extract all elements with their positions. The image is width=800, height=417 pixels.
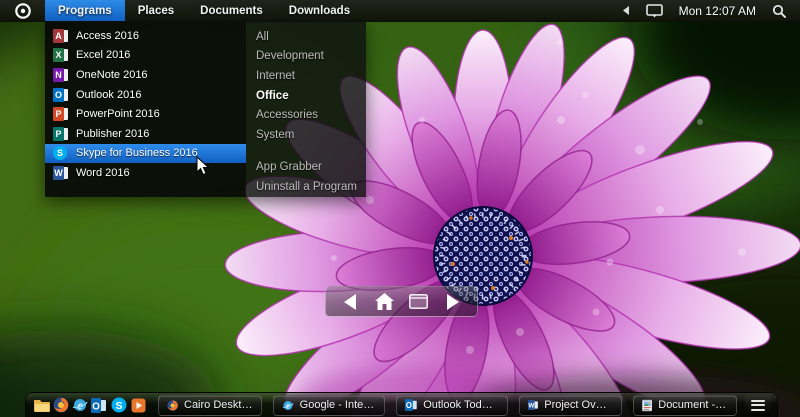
wordpad-icon: [641, 399, 653, 411]
display-icon[interactable]: [645, 3, 663, 18]
desktop-nav-toolbar: [325, 286, 478, 317]
taskbar-window-document[interactable]: Document - W...: [632, 394, 737, 416]
svg-text:O: O: [93, 401, 101, 412]
firefox-icon: [167, 399, 178, 411]
app-item-skype-for-business[interactable]: S Skype for Business 2016: [45, 143, 246, 164]
internet-explorer-icon[interactable]: e: [71, 393, 90, 417]
folder-button[interactable]: [405, 289, 431, 315]
forward-arrow-button[interactable]: [439, 289, 465, 315]
category-all[interactable]: All: [246, 27, 366, 47]
programs-category-list: All Development Internet Office Accessor…: [246, 22, 366, 197]
taskbar-window-google[interactable]: e Google - Intern...: [272, 394, 385, 416]
home-button[interactable]: [372, 289, 398, 315]
taskbar-window-cairo-desktop[interactable]: Cairo Desktop...: [157, 394, 262, 416]
app-item-access[interactable]: A Access 2016: [45, 26, 246, 46]
action-uninstall-a-program[interactable]: Uninstall a Program: [246, 177, 366, 197]
internet-explorer-icon: e: [282, 400, 294, 410]
media-player-icon[interactable]: [128, 393, 147, 417]
category-development[interactable]: Development: [246, 47, 366, 67]
menu-places[interactable]: Places: [125, 0, 187, 21]
powerpoint-icon: P: [53, 107, 68, 122]
category-system[interactable]: System: [246, 125, 366, 145]
programs-app-list: A Access 2016 X Excel 2016 N OneNote 201…: [45, 22, 246, 197]
app-item-publisher[interactable]: P Publisher 2016: [45, 124, 246, 144]
outlook-icon[interactable]: O: [90, 393, 109, 417]
menu-bar-spacer: [363, 0, 623, 21]
menu-bar-right: Mon 12:07 AM: [622, 0, 800, 21]
desktop: Programs Places Documents Downloads Mon …: [0, 0, 800, 417]
cairo-menu-button[interactable]: [0, 0, 45, 21]
category-separator: [246, 145, 366, 158]
app-item-outlook[interactable]: O Outlook 2016: [45, 85, 246, 105]
category-accessories[interactable]: Accessories: [246, 105, 366, 125]
publisher-icon: P: [53, 126, 68, 141]
svg-text:S: S: [115, 400, 122, 412]
skype-for-business-icon: S: [53, 146, 68, 161]
category-office[interactable]: Office: [246, 86, 366, 106]
word-icon: W: [527, 400, 538, 410]
outlook-icon: O: [404, 399, 417, 411]
svg-text:e: e: [78, 398, 84, 412]
app-item-excel[interactable]: X Excel 2016: [45, 46, 246, 66]
cairo-logo-icon: [14, 2, 31, 19]
menu-bar: Programs Places Documents Downloads Mon …: [0, 0, 800, 22]
svg-text:O: O: [406, 401, 412, 410]
clock[interactable]: Mon 12:07 AM: [679, 4, 756, 18]
svg-text:W: W: [528, 403, 534, 410]
hamburger-icon: [750, 399, 765, 402]
category-internet[interactable]: Internet: [246, 66, 366, 86]
file-explorer-icon[interactable]: [32, 393, 51, 417]
svg-text:e: e: [286, 400, 290, 410]
app-item-word[interactable]: W Word 2016: [45, 163, 246, 183]
menu-downloads[interactable]: Downloads: [276, 0, 363, 21]
taskbar-menu-button[interactable]: [744, 394, 771, 416]
menu-programs[interactable]: Programs: [45, 0, 125, 21]
skype-icon[interactable]: S: [109, 393, 128, 417]
action-app-grabber[interactable]: App Grabber: [246, 158, 366, 178]
word-icon: W: [53, 165, 68, 180]
onenote-icon: N: [53, 67, 68, 82]
mouse-cursor: [196, 156, 210, 176]
taskbar-window-project-overview[interactable]: W Project Overvie...: [518, 394, 622, 416]
taskbar: e O S Cairo Desktop e Google - Intern...…: [25, 392, 778, 417]
taskbar-window-outlook-today[interactable]: O Outlook Today...: [395, 394, 508, 416]
app-item-onenote[interactable]: N OneNote 2016: [45, 65, 246, 85]
outlook-icon: O: [53, 87, 68, 102]
app-item-powerpoint[interactable]: P PowerPoint 2016: [45, 104, 246, 124]
search-icon[interactable]: [772, 4, 786, 18]
access-icon: A: [53, 28, 68, 43]
taskbar-window-buttons: Cairo Desktop... e Google - Intern... O …: [157, 394, 737, 416]
excel-icon: X: [53, 48, 68, 63]
menu-documents[interactable]: Documents: [187, 0, 276, 21]
firefox-icon[interactable]: [51, 393, 70, 417]
collapse-arrow-icon[interactable]: [622, 6, 630, 15]
back-arrow-button[interactable]: [338, 289, 364, 315]
